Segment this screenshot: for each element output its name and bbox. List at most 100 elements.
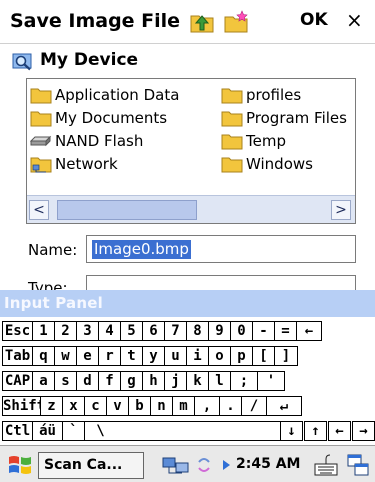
- key[interactable]: ': [257, 371, 285, 391]
- key[interactable]: d: [76, 371, 99, 391]
- new-folder-icon[interactable]: [222, 8, 250, 36]
- horizontal-scrollbar[interactable]: < >: [27, 195, 355, 223]
- clock[interactable]: 2:45 AM: [236, 456, 300, 472]
- key[interactable]: /: [241, 396, 267, 416]
- key[interactable]: `: [62, 421, 85, 441]
- key[interactable]: ]: [274, 346, 298, 366]
- scroll-left-button[interactable]: <: [29, 200, 49, 220]
- key[interactable]: m: [172, 396, 195, 416]
- play-arrow-icon[interactable]: [220, 454, 232, 476]
- key[interactable]: áü: [32, 421, 63, 441]
- input-panel-header: Input Panel: [0, 290, 375, 317]
- key[interactable]: l: [208, 371, 231, 391]
- folder-icon: [221, 111, 243, 127]
- file-list[interactable]: Application Data My Documents NAND Flash…: [26, 78, 356, 224]
- list-item[interactable]: My Documents: [30, 107, 167, 129]
- key[interactable]: Ctl: [2, 421, 33, 441]
- key[interactable]: Esc: [2, 321, 33, 341]
- close-button[interactable]: ×: [346, 8, 363, 32]
- key[interactable]: a: [32, 371, 55, 391]
- key[interactable]: o: [208, 346, 231, 366]
- key[interactable]: 8: [186, 321, 209, 341]
- dialog-title: Save Image File: [10, 10, 181, 32]
- key[interactable]: j: [164, 371, 187, 391]
- key[interactable]: k: [186, 371, 209, 391]
- scroll-thumb[interactable]: [57, 200, 197, 220]
- key[interactable]: x: [62, 396, 85, 416]
- key[interactable]: -: [252, 321, 275, 341]
- list-item-label: NAND Flash: [55, 132, 144, 150]
- key[interactable]: 6: [142, 321, 165, 341]
- key[interactable]: 9: [208, 321, 231, 341]
- key[interactable]: Tab: [2, 346, 33, 366]
- location-bar[interactable]: My Device: [0, 44, 375, 76]
- key[interactable]: ←: [296, 321, 322, 341]
- list-item[interactable]: Network: [30, 153, 118, 175]
- name-input-value: Image0.bmp: [92, 240, 191, 259]
- list-item[interactable]: Temp: [221, 130, 286, 152]
- key[interactable]: u: [164, 346, 187, 366]
- folder-icon: [221, 157, 243, 173]
- key[interactable]: \: [84, 421, 117, 441]
- key[interactable]: q: [32, 346, 55, 366]
- list-item[interactable]: Windows: [221, 153, 313, 175]
- space-key[interactable]: [115, 421, 281, 441]
- key[interactable]: =: [274, 321, 297, 341]
- key[interactable]: s: [54, 371, 77, 391]
- key[interactable]: 4: [98, 321, 121, 341]
- key[interactable]: 3: [76, 321, 99, 341]
- list-item-label: Application Data: [55, 86, 180, 104]
- key[interactable]: .: [219, 396, 242, 416]
- key[interactable]: h: [142, 371, 165, 391]
- dialog-titlebar: Save Image File OK ×: [0, 0, 375, 44]
- key[interactable]: Shift: [2, 396, 41, 416]
- key[interactable]: [: [252, 346, 275, 366]
- key[interactable]: →: [352, 421, 375, 441]
- key[interactable]: 7: [164, 321, 187, 341]
- key[interactable]: ↑: [304, 421, 327, 441]
- key[interactable]: ↵: [266, 396, 302, 416]
- key[interactable]: t: [120, 346, 143, 366]
- key[interactable]: c: [84, 396, 107, 416]
- name-input[interactable]: Image0.bmp: [86, 235, 356, 263]
- list-item[interactable]: Program Files: [221, 107, 347, 129]
- key[interactable]: y: [142, 346, 165, 366]
- key[interactable]: n: [150, 396, 173, 416]
- list-item-label: Windows: [246, 155, 313, 173]
- key[interactable]: 1: [32, 321, 55, 341]
- key[interactable]: e: [76, 346, 99, 366]
- key[interactable]: b: [128, 396, 151, 416]
- scroll-right-button[interactable]: >: [331, 200, 351, 220]
- ok-button[interactable]: OK: [300, 10, 328, 30]
- key[interactable]: ←: [328, 421, 351, 441]
- key[interactable]: p: [230, 346, 253, 366]
- list-item[interactable]: profiles: [221, 84, 301, 106]
- key[interactable]: f: [98, 371, 121, 391]
- key[interactable]: r: [98, 346, 121, 366]
- up-folder-icon[interactable]: [188, 8, 216, 36]
- key[interactable]: w: [54, 346, 77, 366]
- windows-start-icon[interactable]: [6, 452, 34, 478]
- list-item-label: profiles: [246, 86, 302, 104]
- key[interactable]: 2: [54, 321, 77, 341]
- task-button[interactable]: Scan Ca...: [38, 452, 144, 479]
- key[interactable]: g: [120, 371, 143, 391]
- key[interactable]: z: [40, 396, 63, 416]
- location-label: My Device: [40, 50, 139, 70]
- network-icon[interactable]: [162, 454, 192, 476]
- key[interactable]: ,: [194, 396, 220, 416]
- key[interactable]: v: [106, 396, 129, 416]
- key[interactable]: 5: [120, 321, 143, 341]
- key[interactable]: i: [186, 346, 209, 366]
- keyboard-icon[interactable]: [313, 452, 339, 478]
- list-item[interactable]: NAND Flash: [30, 130, 143, 152]
- list-item-label: Network: [55, 155, 118, 173]
- list-item-label: Temp: [246, 132, 286, 150]
- key[interactable]: CAP: [2, 371, 33, 391]
- key[interactable]: 0: [230, 321, 253, 341]
- key[interactable]: ;: [230, 371, 258, 391]
- windows-switch-icon[interactable]: [346, 452, 370, 478]
- key[interactable]: ↓: [280, 421, 303, 441]
- sync-icon[interactable]: [196, 454, 212, 476]
- list-item[interactable]: Application Data: [30, 84, 179, 106]
